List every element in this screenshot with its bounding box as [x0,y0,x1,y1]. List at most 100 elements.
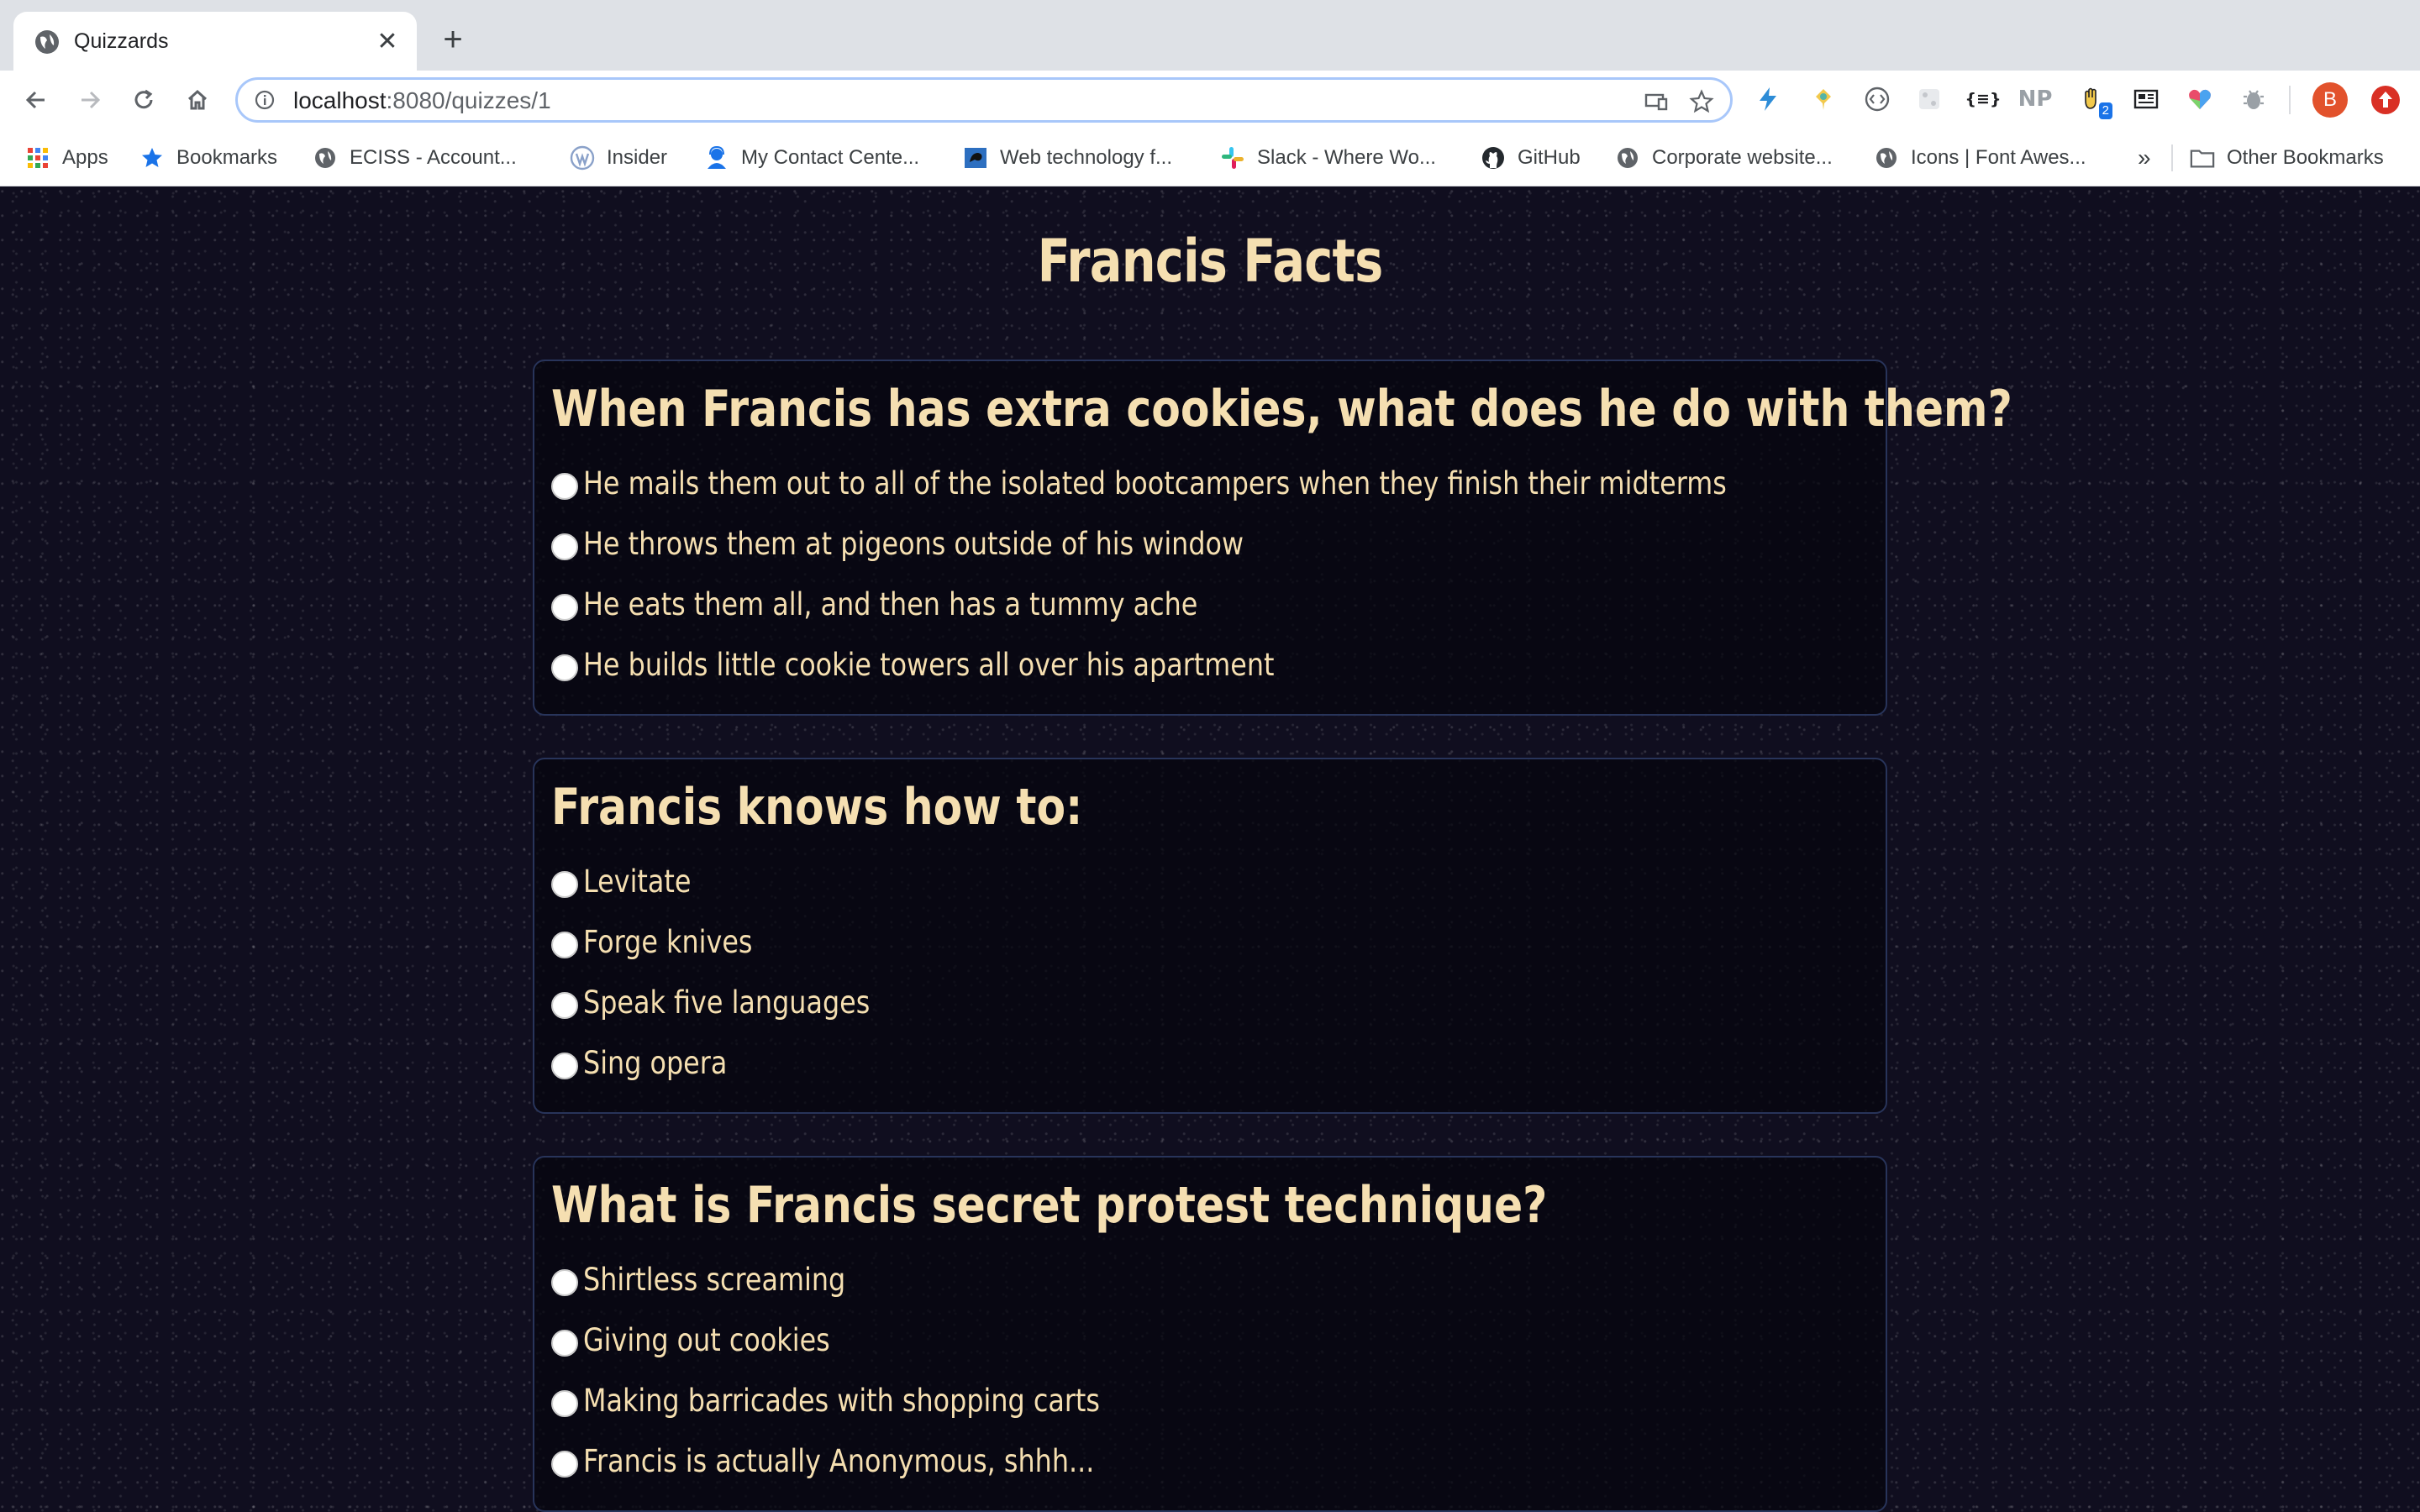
question-card: When Francis has extra cookies, what doe… [533,360,2012,716]
answer-radio[interactable] [551,932,578,958]
answer-text: He throws them at pigeons outside of his… [583,525,1244,562]
answer-option[interactable]: Forge knives [551,922,780,961]
info-icon[interactable] [255,90,275,110]
answer-radio[interactable] [551,992,578,1019]
cast-icon[interactable] [1643,88,1670,115]
answer-text: He eats them all, and then has a tummy a… [583,585,1198,622]
bookmark-apps[interactable]: Apps [25,143,108,173]
bookmark-font-awesome[interactable]: Icons | Font Awes... [1874,143,2086,173]
arrow-right-icon [82,91,101,109]
reader-extension-icon[interactable] [2131,84,2161,114]
tab-title: Quizzards [74,29,169,53]
browser-tab[interactable]: Quizzards ✕ [13,12,417,71]
bookmark-label: Corporate website... [1652,146,1833,169]
star-icon [139,145,165,171]
bookmark-label: GitHub [1518,146,1581,169]
update-icon[interactable] [2368,82,2403,118]
answer-option[interactable]: He eats them all, and then has a tummy a… [551,585,1297,623]
bookmark-slack[interactable]: Slack - Where Wo... [1220,143,1436,173]
bookmark-label: Other Bookmarks [2227,146,2384,169]
bookmark-web-technology[interactable]: Web technology f... [963,143,1172,173]
bookmark-label: Apps [62,146,108,169]
url-path: :8080/quizzes/1 [386,87,551,113]
bookmark-corporate-website[interactable]: Corporate website... [1615,143,1833,173]
lightning-extension-icon[interactable] [1753,84,1783,114]
question-text: What is Francis secret protest technique… [551,1176,1548,1235]
question-card: What is Francis secret protest technique… [533,1156,1887,1512]
bookmark-star-icon[interactable] [1688,88,1715,115]
answer-radio[interactable] [551,1269,578,1296]
question-text: Francis knows how to: [551,778,1083,837]
bookmarks-overflow-button[interactable]: » [2138,143,2151,173]
np-extension-icon[interactable]: NP [2018,84,2053,114]
answer-radio[interactable] [551,1390,578,1417]
answer-text: Levitate [583,863,692,900]
tab-bar: Quizzards ✕ + [0,0,2420,71]
answer-text: Speak five languages [583,984,871,1021]
question-text: When Francis has extra cookies, what doe… [551,380,2012,438]
answer-text: Making barricades with shopping carts [583,1382,1100,1419]
json-extension-icon[interactable]: {≡} [1965,84,2002,114]
answer-radio[interactable] [551,871,578,898]
heart-extension-icon[interactable] [2185,84,2215,114]
answer-option[interactable]: Francis is actually Anonymous, shhh... [551,1441,1177,1480]
pin-extension-icon[interactable] [1808,84,1839,114]
other-bookmarks[interactable]: Other Bookmarks [2190,143,2384,173]
answer-radio[interactable] [551,654,578,681]
address-bar[interactable]: localhost:8080/quizzes/1 [235,77,1733,123]
answer-radio[interactable] [551,1330,578,1357]
answer-option[interactable]: Giving out cookies [551,1320,871,1359]
answer-option[interactable]: Making barricades with shopping carts [551,1381,1184,1420]
github-icon [1481,145,1506,171]
reload-button[interactable] [124,81,163,119]
bookmark-eciss[interactable]: ECISS - Account... [313,143,517,173]
globe-icon [35,30,59,54]
bookmark-label: Bookmarks [176,146,278,169]
code-extension-icon[interactable] [1862,84,1892,114]
arrow-left-icon [25,91,45,109]
quiz-page: Francis Facts When Francis has extra coo… [0,186,2420,1512]
answer-option[interactable]: Speak five languages [551,983,917,1021]
answer-text: Francis is actually Anonymous, shhh... [583,1442,1095,1479]
answer-option[interactable]: He throws them at pigeons outside of his… [551,524,1351,563]
answer-option[interactable]: He builds little cookie towers all over … [551,645,1386,684]
grid-extension-icon[interactable] [1914,84,1944,114]
bookmark-github[interactable]: GitHub [1481,143,1581,173]
answer-radio[interactable] [551,1053,578,1079]
back-button[interactable] [17,81,55,119]
globe-icon [1615,145,1640,171]
new-tab-button[interactable]: + [435,22,471,57]
answer-radio[interactable] [551,1451,578,1478]
answer-radio[interactable] [551,533,578,560]
answer-option[interactable]: He mails them out to all of the isolated… [551,464,1912,502]
bug-extension-icon[interactable] [2238,84,2269,114]
insider-icon [570,145,595,171]
answer-text: He builds little cookie towers all over … [583,646,1275,683]
apps-grid-icon [25,145,50,171]
answer-text: Sing opera [583,1044,728,1081]
close-tab-icon[interactable]: ✕ [371,25,403,57]
answer-text: Giving out cookies [583,1321,830,1358]
bookmark-bookmarks[interactable]: Bookmarks [139,143,277,173]
profile-avatar[interactable]: B [2312,82,2348,118]
extension-badge: 2 [2098,102,2112,119]
globe-icon [313,145,338,171]
answer-option[interactable]: Shirtless screaming [551,1260,888,1299]
url-host: localhost [293,87,387,113]
home-icon [187,89,208,110]
bookmark-contact-center[interactable]: My Contact Cente... [704,143,919,173]
answer-radio[interactable] [551,473,578,500]
bookmark-insider[interactable]: Insider [570,143,667,173]
hand-extension-icon[interactable]: 2 [2077,84,2112,119]
chevron-double-right-icon: » [2138,144,2151,171]
answer-option[interactable]: Sing opera [551,1043,750,1082]
home-button[interactable] [178,81,217,119]
answer-option[interactable]: Levitate [551,862,708,900]
browser-toolbar: localhost:8080/quizzes/1 {≡} NP 2 B [0,71,2420,129]
question-card: Francis knows how to: Levitate Forge kni… [533,758,1887,1114]
forward-button[interactable] [71,81,109,119]
answer-radio[interactable] [551,594,578,621]
bookmark-label: Web technology f... [1000,146,1173,169]
answer-text: Forge knives [583,923,753,960]
slack-icon [1220,145,1245,171]
